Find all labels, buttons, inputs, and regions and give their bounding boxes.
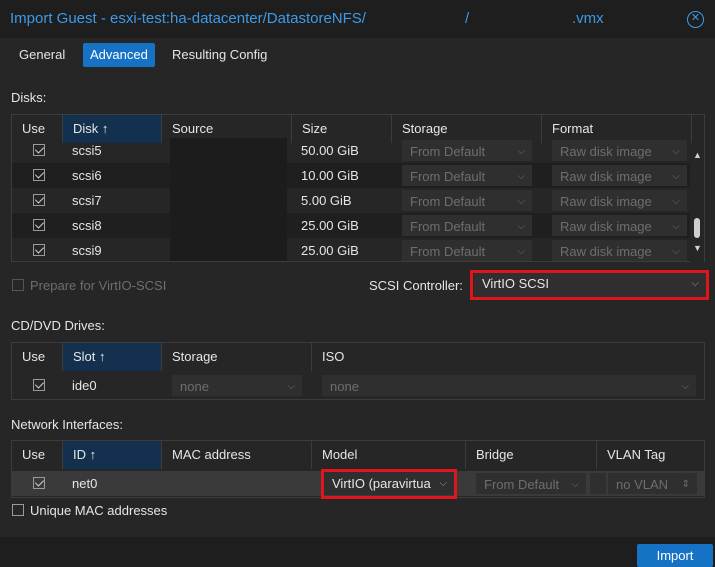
source-cell: [170, 213, 287, 238]
vlan-spinner: no VLAN ⇕: [608, 473, 697, 494]
cdrom-col-storage[interactable]: Storage: [162, 343, 312, 371]
format-select: Raw disk image ⌵: [552, 140, 687, 161]
table-row[interactable]: scsi8 25.00 GiB From Default ⌵ Raw disk i…: [12, 213, 692, 238]
title-extension: .vmx: [572, 10, 604, 27]
chevron-down-icon: ⌵: [672, 246, 680, 257]
disk-size: 10.00 GiB: [301, 168, 359, 183]
network-col-use[interactable]: Use: [12, 441, 63, 469]
disk-id: scsi9: [72, 243, 102, 258]
use-checkbox[interactable]: [33, 477, 45, 489]
slot-id: ide0: [72, 378, 97, 393]
chevron-down-icon: ⌵: [672, 171, 680, 182]
chevron-down-icon: ⌵: [517, 221, 525, 232]
import-button[interactable]: Import: [637, 544, 713, 567]
storage-select: From Default ⌵: [402, 215, 532, 236]
table-row[interactable]: scsi9 25.00 GiB From Default ⌵ Raw disk i…: [12, 238, 692, 261]
chevron-down-icon: ⌵: [517, 196, 525, 207]
format-select: Raw disk image ⌵: [552, 215, 687, 236]
format-select: Raw disk image ⌵: [552, 190, 687, 211]
storage-select: From Default ⌵: [402, 140, 532, 161]
cdrom-col-slot[interactable]: Slot ↑: [63, 343, 162, 371]
disk-size: 25.00 GiB: [301, 243, 359, 258]
disk-id: scsi6: [72, 168, 102, 183]
table-row[interactable]: scsi5 50.00 GiB From Default ⌵ Raw disk i…: [12, 138, 692, 163]
network-col-mac[interactable]: MAC address: [162, 441, 312, 469]
cdrom-storage-select: none ⌵: [172, 375, 302, 396]
tab-advanced[interactable]: Advanced: [83, 43, 155, 67]
use-checkbox[interactable]: [33, 379, 45, 391]
cdrom-col-use[interactable]: Use: [12, 343, 63, 371]
bridge-select: From Default ⌵: [476, 473, 586, 494]
highlight-box: [321, 469, 457, 499]
iso-select: none ⌵: [322, 375, 696, 396]
spinner-icon: ⇕: [681, 479, 690, 490]
use-checkbox[interactable]: [33, 169, 45, 181]
scroll-down-icon[interactable]: ▼: [693, 243, 702, 253]
use-checkbox[interactable]: [33, 194, 45, 206]
chevron-down-icon: ⌵: [517, 146, 525, 157]
scsi-controller-label: SCSI Controller:: [369, 278, 463, 293]
source-cell: [170, 188, 287, 213]
network-col-id[interactable]: ID ↑: [63, 441, 162, 469]
source-cell: [170, 138, 287, 163]
net-id: net0: [72, 476, 98, 491]
network-col-bridge[interactable]: Bridge: [466, 441, 597, 469]
scrollbar-thumb[interactable]: [694, 218, 700, 238]
disk-id: scsi7: [72, 193, 102, 208]
chevron-down-icon: ⌵: [672, 196, 680, 207]
highlight-box: [470, 270, 709, 300]
network-col-vlan[interactable]: VLAN Tag: [597, 441, 704, 469]
disks-scrollbar[interactable]: ▲ ▼: [690, 146, 704, 262]
chevron-down-icon: ⌵: [517, 171, 525, 182]
use-checkbox[interactable]: [33, 244, 45, 256]
network-col-model[interactable]: Model: [312, 441, 466, 469]
storage-select: From Default ⌵: [402, 165, 532, 186]
disk-size: 25.00 GiB: [301, 218, 359, 233]
table-row[interactable]: ide0 none ⌵ none ⌵: [12, 373, 704, 398]
source-cell: [170, 163, 287, 188]
unique-mac-checkbox[interactable]: [12, 504, 24, 516]
disks-grid: Use Disk ↑ Source Size Storage Format sc…: [11, 114, 705, 262]
cdrom-section-label: CD/DVD Drives:: [11, 318, 105, 333]
format-select: Raw disk image ⌵: [552, 240, 687, 261]
tab-general[interactable]: General: [12, 43, 72, 67]
chevron-down-icon: ⌵: [571, 479, 579, 490]
disks-section-label: Disks:: [11, 90, 47, 105]
table-row[interactable]: scsi6 10.00 GiB From Default ⌵ Raw disk i…: [12, 163, 692, 188]
tab-resulting-config[interactable]: Resulting Config: [165, 43, 274, 67]
sort-ascending-icon: ↑: [101, 121, 109, 136]
unique-mac-label: Unique MAC addresses: [30, 503, 168, 518]
title-separator: /: [465, 10, 470, 27]
use-checkbox[interactable]: [33, 144, 45, 156]
dialog-footer: [0, 537, 715, 567]
chevron-down-icon: ⌵: [517, 246, 525, 257]
storage-select: From Default ⌵: [402, 190, 532, 211]
chevron-down-icon: ⌵: [672, 221, 680, 232]
cdrom-col-iso[interactable]: ISO: [312, 343, 704, 371]
source-cell: [170, 238, 287, 261]
chevron-down-icon: ⌵: [287, 381, 295, 392]
format-select: Raw disk image ⌵: [552, 165, 687, 186]
close-icon[interactable]: ✕: [687, 11, 704, 28]
disk-size: 5.00 GiB: [301, 193, 352, 208]
prepare-virtio-checkbox[interactable]: [12, 279, 24, 291]
disk-id: scsi5: [72, 143, 102, 158]
title-path: Import Guest - esxi-test:ha-datacenter/D…: [10, 10, 366, 27]
network-section-label: Network Interfaces:: [11, 417, 123, 432]
cdrom-grid: Use Slot ↑ Storage ISO ide0 none ⌵ none ⌵: [11, 342, 705, 400]
table-row[interactable]: scsi7 5.00 GiB From Default ⌵ Raw disk im…: [12, 188, 692, 213]
scroll-up-icon[interactable]: ▲: [693, 150, 702, 160]
disk-id: scsi8: [72, 218, 102, 233]
storage-select: From Default ⌵: [402, 240, 532, 261]
disk-size: 50.00 GiB: [301, 143, 359, 158]
chevron-down-icon: ⌵: [672, 146, 680, 157]
sort-ascending-icon: ↑: [99, 349, 106, 364]
sort-ascending-icon: ↑: [89, 447, 97, 462]
vlan-spacer: [590, 473, 606, 494]
chevron-down-icon: ⌵: [681, 381, 689, 392]
prepare-virtio-label: Prepare for VirtIO-SCSI: [30, 278, 167, 293]
use-checkbox[interactable]: [33, 219, 45, 231]
